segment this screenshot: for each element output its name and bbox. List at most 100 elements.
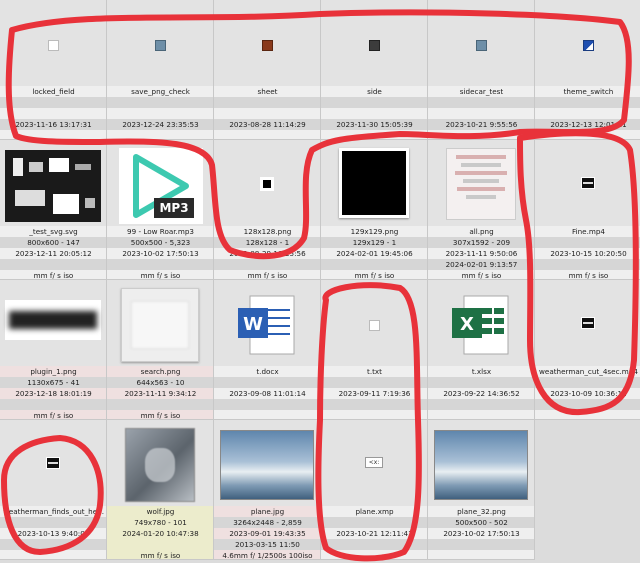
file-metadata: wolf.jpg 749x780 - 101 2024-01-20 10:47:38…: [107, 506, 213, 559]
file-tile[interactable]: MP3 99 - Low Roar.mp3 500x500 - 5,323 2023-…: [107, 140, 214, 280]
white-square-icon: [369, 320, 380, 331]
file-tile[interactable]: t.txt 2023-09-11 7:19:36: [321, 280, 428, 420]
file-tile[interactable]: Wt.docx 2023-09-08 11:01:14: [214, 280, 321, 420]
file-name-label: theme_switch: [535, 86, 640, 97]
file-metadata: 128x128.png 128x128 - 1 2023-08-29 18:25:5…: [214, 226, 320, 279]
file-info-line: [428, 539, 534, 550]
file-info-line: [321, 539, 427, 550]
file-name-label: plane.xmp: [321, 506, 427, 517]
file-info-line: 2023-11-16 13:17:31: [0, 119, 106, 130]
file-tile[interactable]: plugin_1.png 1130x675 - 41 2023-12-18 18:0…: [0, 280, 107, 420]
file-info-line: [428, 410, 534, 419]
file-grid: locked_field 2023-11-16 13:17:31 save_png_…: [0, 0, 640, 563]
file-name-label: all.png: [428, 226, 534, 237]
file-tile[interactable]: plane.jpg 3264x2448 - 2,859 2023-09-01 19:…: [214, 420, 321, 560]
file-info-line: 128x128 - 1: [214, 237, 320, 248]
file-tile[interactable]: Fine.mp4 2023-10-15 10:20:50 mm f/ s iso: [535, 140, 640, 280]
file-info-line: 500x500 - 5,323: [107, 237, 213, 248]
file-info-line: [214, 108, 320, 119]
file-info-line: 2023-10-02 17:50:13: [107, 248, 213, 259]
file-info-line: [428, 130, 534, 139]
file-info-line: 2023-10-21 9:55:56: [428, 119, 534, 130]
file-info-line: [214, 97, 320, 108]
file-name-label: side: [321, 86, 427, 97]
file-info-line: 2023-08-28 11:14:29: [214, 119, 320, 130]
file-tile[interactable]: 128x128.png 128x128 - 1 2023-08-29 18:25:5…: [214, 140, 321, 280]
file-thumbnail: [535, 280, 640, 366]
file-info-line: [428, 377, 534, 388]
file-name-label: weatherman_cut_4sec.mp4: [535, 366, 640, 377]
file-info-line: 2023-10-21 12:11:41: [321, 528, 427, 539]
file-tile[interactable]: sidecar_test 2023-10-21 9:55:56: [428, 0, 535, 140]
file-tile[interactable]: sheet 2023-08-28 11:14:29: [214, 0, 321, 140]
file-tile[interactable]: search.png 644x563 - 10 2023-11-11 9:34:12…: [107, 280, 214, 420]
file-metadata: Fine.mp4 2023-10-15 10:20:50 mm f/ s iso: [535, 226, 640, 279]
file-info-line: [535, 410, 640, 419]
file-metadata: t.docx 2023-09-08 11:01:14: [214, 366, 320, 419]
file-metadata: plugin_1.png 1130x675 - 41 2023-12-18 18:0…: [0, 366, 106, 419]
file-name-label: sidecar_test: [428, 86, 534, 97]
file-info-line: [0, 550, 106, 559]
file-info-line: [428, 97, 534, 108]
file-thumbnail: [214, 0, 320, 86]
file-tile[interactable]: save_png_check 2023-12-24 23:35:53: [107, 0, 214, 140]
blue-white-square-icon: [583, 40, 594, 51]
file-metadata: sheet 2023-08-28 11:14:29: [214, 86, 320, 139]
file-metadata: _test_svg.svg 800x600 - 147 2023-12-11 20:…: [0, 226, 106, 279]
file-name-label: t.xlsx: [428, 366, 534, 377]
file-tile[interactable]: locked_field 2023-11-16 13:17:31: [0, 0, 107, 140]
file-thumbnail: [428, 0, 534, 86]
file-name-label: 129x129.png: [321, 226, 427, 237]
file-name-label: plane.jpg: [214, 506, 320, 517]
file-info-line: 2023-12-18 18:01:19: [0, 388, 106, 399]
file-metadata: all.png 307x1592 - 209 2023-11-11 9:50:06 2…: [428, 226, 534, 279]
svg-text:MP3: MP3: [159, 201, 188, 215]
blurred-bar-icon: [5, 300, 101, 340]
file-tile[interactable]: weatherman_finds_out_he... 2023-10-13 9:4…: [0, 420, 107, 560]
file-name-label: t.txt: [321, 366, 427, 377]
word-document-icon: W: [236, 294, 296, 356]
file-info-line: 644x563 - 10: [107, 377, 213, 388]
file-name-label: 99 - Low Roar.mp3: [107, 226, 213, 237]
file-info-line: 2023-09-11 7:19:36: [321, 388, 427, 399]
file-info-line: [0, 259, 106, 270]
file-metadata: weatherman_finds_out_he... 2023-10-13 9:4…: [0, 506, 106, 559]
file-thumbnail: [0, 140, 106, 226]
file-info-line: 2023-10-02 17:50:13: [428, 528, 534, 539]
file-name-label: weatherman_finds_out_he...: [0, 506, 106, 517]
file-tile[interactable]: weatherman_cut_4sec.mp4 2023-10-09 10:36:…: [535, 280, 640, 420]
file-tile[interactable]: wolf.jpg 749x780 - 101 2024-01-20 10:47:38…: [107, 420, 214, 560]
file-info-line: [107, 399, 213, 410]
blue-square-icon: [155, 40, 166, 51]
file-info-line: 2024-01-20 10:47:38: [107, 528, 213, 539]
file-tile[interactable]: plane_32.png 500x500 - 502 2023-10-02 17:5…: [428, 420, 535, 560]
file-info-line: 3264x2448 - 2,859: [214, 517, 320, 528]
file-info-line: [321, 517, 427, 528]
wolf-photo-icon: [125, 428, 195, 502]
file-info-line: mm f/ s iso: [0, 410, 106, 419]
file-info-line: 4.6mm f/ 1/2500s 100iso: [214, 550, 320, 559]
file-name-label: save_png_check: [107, 86, 213, 97]
file-info-line: [321, 399, 427, 410]
file-tile[interactable]: all.png 307x1592 - 209 2023-11-11 9:50:06 2…: [428, 140, 535, 280]
file-info-line: 2023-12-24 23:35:53: [107, 119, 213, 130]
file-info-line: mm f/ s iso: [214, 270, 320, 279]
file-info-line: mm f/ s iso: [107, 410, 213, 419]
file-tile[interactable]: <x: plane.xmp 2023-10-21 12:11:41: [321, 420, 428, 560]
file-info-line: [0, 97, 106, 108]
video-icon: [46, 457, 60, 469]
file-info-line: [535, 399, 640, 410]
file-tile[interactable]: theme_switch 2023-12-13 12:01:11: [535, 0, 640, 140]
file-info-line: [107, 97, 213, 108]
file-info-line: [535, 130, 640, 139]
file-info-line: 2023-10-09 10:36:12: [535, 388, 640, 399]
file-thumbnail: [321, 280, 427, 366]
file-tile[interactable]: _test_svg.svg 800x600 - 147 2023-12-11 20:…: [0, 140, 107, 280]
file-tile[interactable]: Xt.xlsx 2023-09-22 14:36:52: [428, 280, 535, 420]
file-metadata: side 2023-11-30 15:05:39: [321, 86, 427, 139]
file-tile[interactable]: 129x129.png 129x129 - 1 2024-02-01 19:45:0…: [321, 140, 428, 280]
file-info-line: [535, 377, 640, 388]
file-metadata: search.png 644x563 - 10 2023-11-11 9:34:12…: [107, 366, 213, 419]
file-thumbnail: [107, 0, 213, 86]
file-tile[interactable]: side 2023-11-30 15:05:39: [321, 0, 428, 140]
